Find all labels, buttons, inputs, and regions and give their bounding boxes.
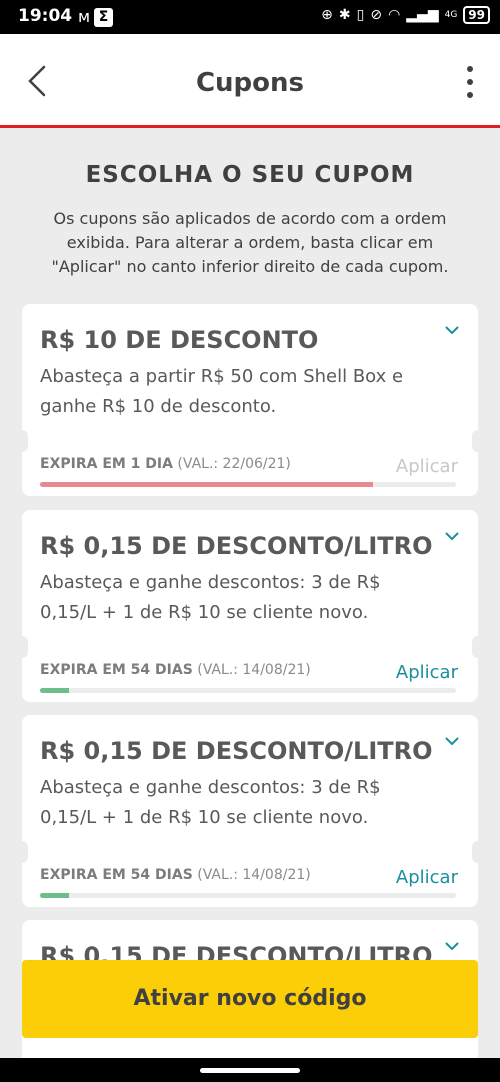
validity-date: (VAL.: 22/06/21) (177, 456, 291, 472)
chevron-down-icon[interactable] (444, 940, 460, 952)
section-heading: ESCOLHA O SEU CUPOM (85, 162, 415, 188)
vibrate-icon: ▯ (356, 7, 365, 23)
activate-code-button[interactable]: Ativar novo código (22, 960, 478, 1038)
status-time: 19:04 (18, 6, 73, 26)
expiry-label: EXPIRA EM 54 DIAS (40, 867, 193, 883)
card-notch (16, 841, 28, 863)
expiry-progress-bar (40, 688, 456, 693)
progress-fill (40, 482, 373, 487)
chevron-down-icon[interactable] (444, 324, 460, 336)
coupon-card[interactable]: R$ 0,15 DE DESCONTO/LITRO Abasteça e gan… (16, 715, 484, 907)
card-notch (16, 430, 28, 452)
apply-button[interactable]: Aplicar (396, 456, 458, 477)
coupon-card[interactable]: R$ 0,15 DE DESCONTO/LITRO Abasteça e gan… (16, 510, 484, 702)
card-notch (472, 636, 484, 658)
wifi-icon: ◠ (388, 7, 401, 23)
status-bar: 19:04 ᴍ Σ ⊕ ✱ ▯ ⊘ ◠ ▂▄▆ 4G 99 (0, 0, 500, 34)
signal-icon: ▂▄▆ (406, 7, 439, 23)
card-notch (472, 430, 484, 452)
progress-fill (40, 688, 70, 693)
coupon-description: Abasteça e ganhe descontos: 3 de R$ 0,15… (40, 572, 381, 623)
network-type: 4G (444, 10, 458, 20)
progress-fill (40, 893, 70, 898)
chevron-down-icon[interactable] (444, 735, 460, 747)
coupon-title: R$ 10 DE DESCONTO (40, 326, 319, 354)
expiry-label: EXPIRA EM 1 DIA (40, 456, 173, 472)
validity-date: (VAL.: 14/08/21) (197, 662, 311, 678)
coupon-expiry: EXPIRA EM 54 DIAS (VAL.: 14/08/21) (40, 867, 311, 883)
coupon-expiry: EXPIRA EM 1 DIA (VAL.: 22/06/21) (40, 456, 291, 472)
coupon-title: R$ 0,15 DE DESCONTO/LITRO (40, 737, 433, 765)
expiry-progress-bar (40, 893, 456, 898)
system-icons: ⊕ ✱ ▯ ⊘ ◠ ▂▄▆ 4G 99 (321, 6, 490, 24)
coupon-expiry: EXPIRA EM 54 DIAS (VAL.: 14/08/21) (40, 662, 311, 678)
card-notch (472, 841, 484, 863)
data-saver-icon: ⊕ (321, 7, 333, 23)
coupon-description: Abasteça a partir R$ 50 com Shell Box e … (40, 366, 404, 417)
validity-date: (VAL.: 14/08/21) (197, 867, 311, 883)
expiry-label: EXPIRA EM 54 DIAS (40, 662, 193, 678)
apply-button[interactable]: Aplicar (396, 867, 458, 888)
app-header: Cupons (0, 34, 500, 128)
chevron-down-icon[interactable] (444, 530, 460, 542)
app-m-icon: ᴍ (78, 7, 91, 26)
app-sigma-icon: Σ (94, 7, 114, 27)
dnd-icon: ⊘ (370, 7, 383, 23)
expiry-progress-bar (40, 482, 456, 487)
home-gesture-handle[interactable] (200, 1068, 300, 1073)
dot-icon (467, 66, 473, 72)
notification-icons: ᴍ Σ (78, 7, 114, 27)
system-nav-bar (0, 1058, 500, 1082)
dot-icon (467, 92, 473, 98)
battery-icon: 99 (463, 6, 490, 24)
apply-button[interactable]: Aplicar (396, 662, 458, 683)
page-title: Cupons (195, 68, 305, 98)
bluetooth-icon: ✱ (338, 7, 351, 23)
coupon-title: R$ 0,15 DE DESCONTO/LITRO (40, 532, 433, 560)
more-options-button[interactable] (464, 66, 476, 98)
dot-icon (467, 79, 473, 85)
section-description: Os cupons são aplicados de acordo com a … (51, 209, 449, 276)
coupon-card[interactable]: R$ 10 DE DESCONTO Abasteça a partir R$ 5… (16, 304, 484, 496)
card-notch (16, 636, 28, 658)
coupon-description: Abasteça e ganhe descontos: 3 de R$ 0,15… (40, 777, 381, 828)
